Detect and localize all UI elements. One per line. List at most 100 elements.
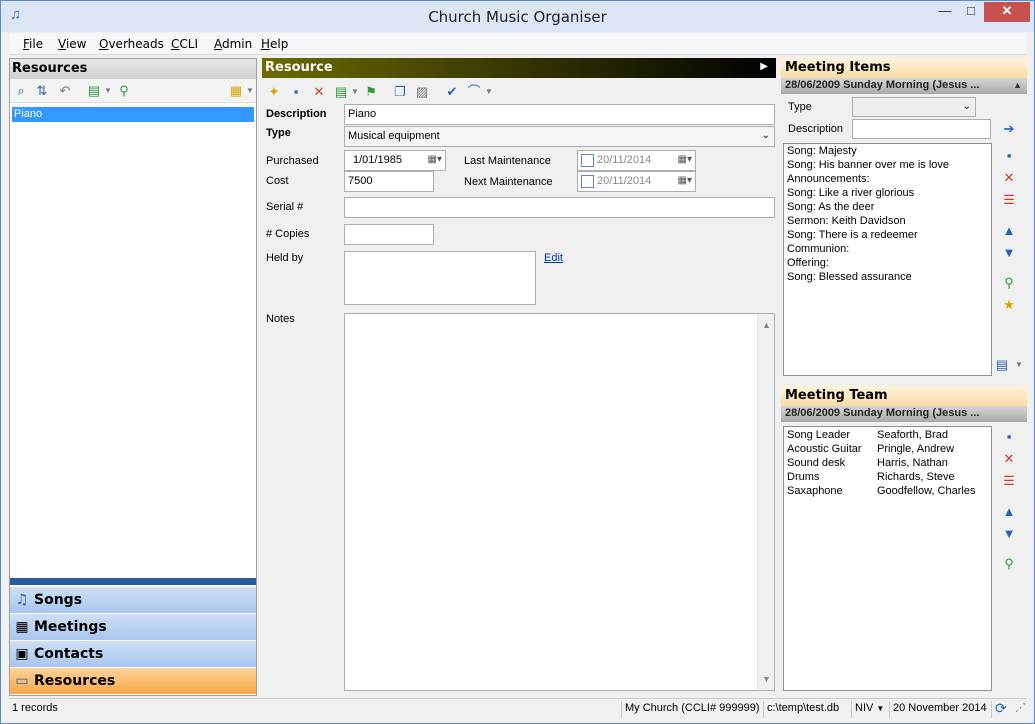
list-item[interactable]: Offering: — [784, 256, 991, 270]
resize-grip-icon[interactable]: ⋰ — [1012, 701, 1029, 718]
menu-admin[interactable]: Admin — [214, 37, 252, 51]
nav-resources[interactable]: ▭ Resources — [10, 667, 256, 694]
menu-file[interactable]: File — [23, 37, 43, 51]
paste-icon[interactable]: ▨ — [414, 84, 430, 100]
list-item[interactable]: Sermon: Keith Davidson — [784, 214, 991, 228]
description-field[interactable]: Piano — [344, 104, 775, 125]
list-item[interactable]: Announcements: — [784, 172, 991, 186]
nav-meetings[interactable]: ▦ Meetings — [10, 613, 256, 640]
find-icon[interactable]: ⌕ — [13, 83, 29, 99]
close-button[interactable]: ✕ — [984, 2, 1030, 22]
copies-field[interactable] — [344, 224, 434, 245]
save-icon[interactable]: ▪ — [288, 84, 304, 100]
description-label: Description — [266, 108, 327, 120]
next-maintenance-field[interactable]: 20/11/2014 ▦▾ — [577, 171, 696, 192]
sort-az-icon[interactable]: ⇅ — [34, 83, 50, 99]
last-maintenance-label: Last Maintenance — [464, 155, 551, 167]
list-item[interactable]: Song: Like a river glorious — [784, 186, 991, 200]
chevron-down-icon[interactable]: ▼ — [242, 83, 258, 99]
list-item[interactable]: Song: As the deer — [784, 200, 991, 214]
last-maintenance-checkbox[interactable] — [581, 154, 594, 167]
menu-view[interactable]: View — [58, 37, 86, 51]
expand-arrow-icon[interactable]: ▶ — [760, 61, 768, 72]
move-down-icon[interactable]: ▼ — [1001, 245, 1017, 261]
spellcheck-icon[interactable]: ✔ — [444, 84, 460, 100]
serial-field[interactable] — [344, 197, 775, 218]
list-item[interactable]: Communion: — [784, 242, 991, 256]
last-maintenance-field[interactable]: 20/11/2014 ▦▾ — [577, 150, 696, 171]
scroll-up-icon[interactable]: ▲ — [758, 318, 775, 332]
add-item-arrow-icon[interactable]: ➔ — [1001, 121, 1017, 137]
delete-icon[interactable]: ✕ — [1001, 170, 1017, 186]
move-up-icon[interactable]: ▲ — [1001, 223, 1017, 239]
minimize-button[interactable]: — — [932, 2, 958, 22]
purchased-date-field[interactable]: 1/01/1985 ▦▾ — [344, 150, 446, 171]
status-bar: 1 records My Church (CCLI# 999999) c:\te… — [9, 698, 1027, 718]
calendar-dropdown-icon[interactable]: ▦▾ — [428, 153, 442, 167]
delete-icon[interactable]: ✕ — [311, 84, 327, 100]
delete-icon[interactable]: ✕ — [1001, 451, 1017, 467]
list-item[interactable]: Piano — [12, 107, 254, 122]
menu-help[interactable]: Help — [261, 37, 288, 51]
flag-icon[interactable]: ⚑ — [363, 84, 379, 100]
table-row[interactable]: Saxaphone Goodfellow, Charles — [784, 484, 991, 498]
item-description-field[interactable] — [852, 119, 991, 139]
title-bar[interactable]: ♫ Church Music Organiser — □ ✕ — [1, 1, 1034, 32]
notes-field[interactable]: ▲ ▼ — [344, 313, 775, 691]
notes-scrollbar[interactable]: ▲ ▼ — [757, 314, 774, 690]
collapse-up-icon[interactable]: ▲ — [1013, 80, 1022, 90]
table-row[interactable]: Acoustic Guitar Pringle, Andrew — [784, 442, 991, 456]
nav-songs[interactable]: ♫ Songs — [10, 586, 256, 613]
splitter-handle[interactable] — [10, 578, 256, 585]
chevron-down-icon[interactable]: ▼ — [481, 84, 497, 100]
delete-all-icon[interactable]: ☰ — [1001, 473, 1017, 489]
list-item[interactable]: Song: Majesty — [784, 144, 991, 158]
delete-all-icon[interactable]: ☰ — [1001, 192, 1017, 208]
undo-icon[interactable]: ↶ — [57, 83, 73, 99]
copy-icon[interactable]: ❐ — [392, 84, 408, 100]
meeting-items-meeting[interactable]: 28/06/2009 Sunday Morning (Jesus ... ▲ — [781, 78, 1027, 94]
meeting-items-list[interactable]: Song: Majesty Song: His banner over me i… — [783, 143, 992, 376]
edit-held-by-link[interactable]: Edit — [544, 252, 563, 264]
export-icon[interactable]: ▤ — [994, 357, 1010, 373]
table-row[interactable]: Song Leader Seaforth, Brad — [784, 428, 991, 442]
bible-version: NIV — [855, 702, 874, 714]
list-item[interactable]: Song: There is a redeemer — [784, 228, 991, 242]
meeting-team-list[interactable]: Song Leader Seaforth, Brad Acoustic Guit… — [783, 426, 992, 691]
table-row[interactable]: Sound desk Harris, Nathan — [784, 456, 991, 470]
star-icon[interactable]: ★ — [1001, 297, 1017, 313]
save-icon[interactable]: ▪ — [1001, 148, 1017, 164]
resources-toolbar: ⌕ ⇅ ↶ ▤ ▼ ⚲ ▦ ▼ — [10, 79, 256, 103]
next-maintenance-checkbox[interactable] — [581, 175, 594, 188]
filter-icon[interactable]: ⚲ — [116, 83, 132, 99]
chevron-down-icon[interactable]: ▼ — [100, 83, 116, 99]
save-icon[interactable]: ▪ — [1001, 429, 1017, 445]
meeting-team-meeting[interactable]: 28/06/2009 Sunday Morning (Jesus ... — [781, 406, 1027, 422]
new-record-icon[interactable]: ✦ — [266, 84, 282, 100]
list-item[interactable]: Song: His banner over me is love — [784, 158, 991, 172]
attachment-icon[interactable]: ⌒ — [466, 84, 482, 100]
chevron-down-icon[interactable]: ▼ — [1011, 357, 1027, 373]
list-item[interactable]: Song: Blessed assurance — [784, 270, 991, 284]
meeting-team-title: Meeting Team — [781, 386, 1027, 406]
held-by-field[interactable] — [344, 251, 536, 305]
table-row[interactable]: Drums Richards, Steve — [784, 470, 991, 484]
calendar-dropdown-icon[interactable]: ▦▾ — [678, 153, 692, 167]
maximize-button[interactable]: □ — [958, 2, 984, 22]
calendar-dropdown-icon[interactable]: ▦▾ — [678, 174, 692, 188]
item-type-select[interactable]: ⌄ — [852, 97, 976, 117]
move-up-icon[interactable]: ▲ — [1001, 504, 1017, 520]
filter-icon[interactable]: ⚲ — [1001, 556, 1017, 572]
bible-version-select[interactable]: NIV ▼ — [851, 701, 887, 718]
menu-overheads[interactable]: Overheads — [99, 37, 164, 51]
scroll-down-icon[interactable]: ▼ — [758, 672, 775, 686]
chevron-down-icon[interactable]: ▼ — [347, 84, 363, 100]
move-down-icon[interactable]: ▼ — [1001, 526, 1017, 542]
cost-field[interactable]: 7500 — [344, 171, 434, 192]
menu-ccli[interactable]: CCLI — [171, 37, 198, 51]
resources-list[interactable]: Piano — [12, 107, 254, 577]
type-select[interactable]: Musical equipment ⌄ — [344, 126, 775, 147]
nav-contacts[interactable]: ▣ Contacts — [10, 640, 256, 667]
refresh-icon[interactable]: ⟳ — [991, 701, 1010, 718]
filter-icon[interactable]: ⚲ — [1001, 275, 1017, 291]
